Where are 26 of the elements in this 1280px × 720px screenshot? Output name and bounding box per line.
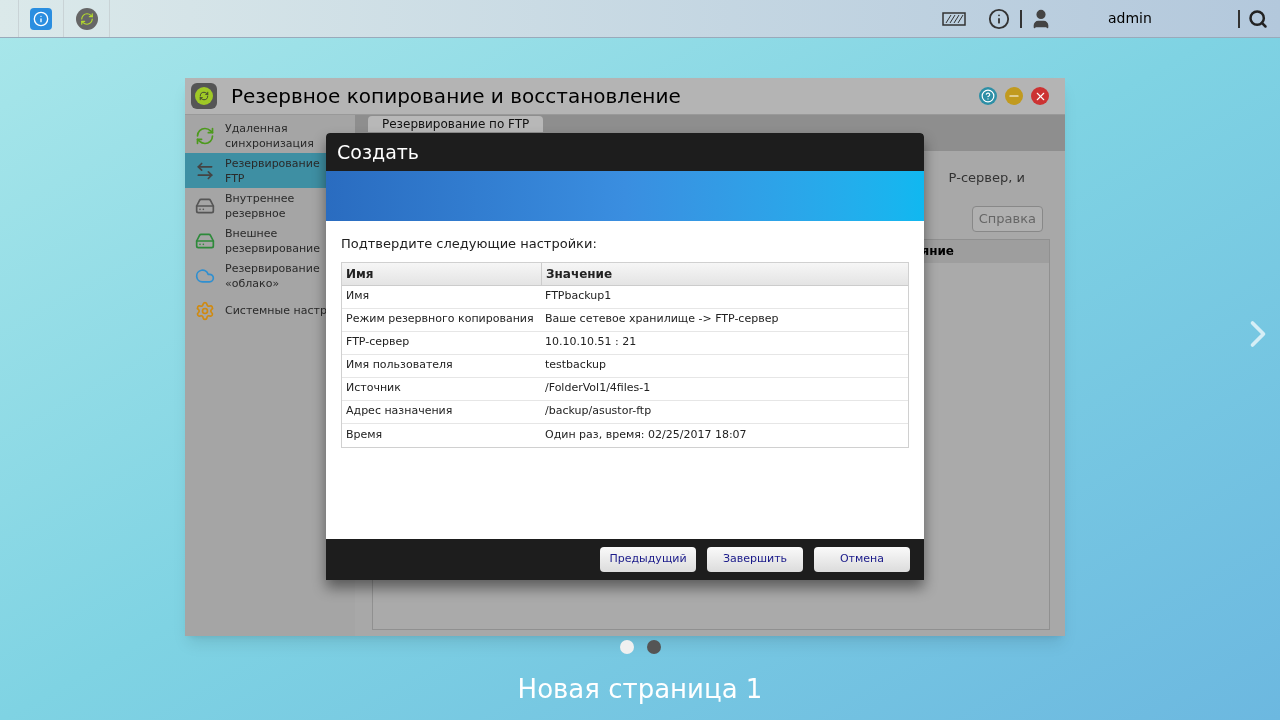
table-cell-text: testbackup: [544, 357, 607, 374]
table-cell-text: 10.10.10.51 : 21: [544, 334, 638, 351]
table-cell-text: Один раз, время: 02/25/2017 18:07: [544, 426, 748, 443]
column-header: Значение: [545, 265, 614, 283]
table-cell-text: /FolderVol1/4files-1: [544, 380, 652, 397]
description-text: Р-сервер, и: [948, 169, 1025, 187]
table-cell-text: Режим резервного копирования: [345, 311, 535, 328]
page-title: Новая страница 1: [517, 673, 763, 706]
table-cell-text: Источник: [345, 380, 402, 397]
sidebar-item-label: Системные настр: [225, 303, 328, 318]
window-title: Резервное копирование и восстановление: [231, 83, 681, 110]
sidebar-item-label: Резервирование «облако»: [225, 260, 321, 291]
table-cell-text: Адрес назначения: [345, 403, 454, 420]
sidebar-item-label: Резервирование FTP: [225, 155, 321, 186]
table-cell-text: Имя пользователя: [345, 357, 454, 374]
table-cell-text: FTPbackup1: [544, 288, 613, 305]
sidebar-item-label: Удаленная синхронизация: [225, 120, 315, 151]
table-cell-text: Время: [345, 426, 384, 443]
prompt-text: Подтвердите следующие настройки:: [341, 235, 598, 253]
sidebar-item-label: Внешнее резервирование: [225, 225, 322, 256]
column-header: Имя: [342, 262, 542, 285]
table-cell-text: Ваше сетевое хранилище -> FTP-сервер: [544, 311, 780, 328]
table-cell-text: Имя: [345, 288, 371, 305]
table-cell-text: FTP-сервер: [345, 334, 411, 351]
sidebar-item-label: Внутреннее резервное: [225, 190, 296, 221]
table-cell-text: /backup/asustor-ftp: [544, 403, 653, 420]
